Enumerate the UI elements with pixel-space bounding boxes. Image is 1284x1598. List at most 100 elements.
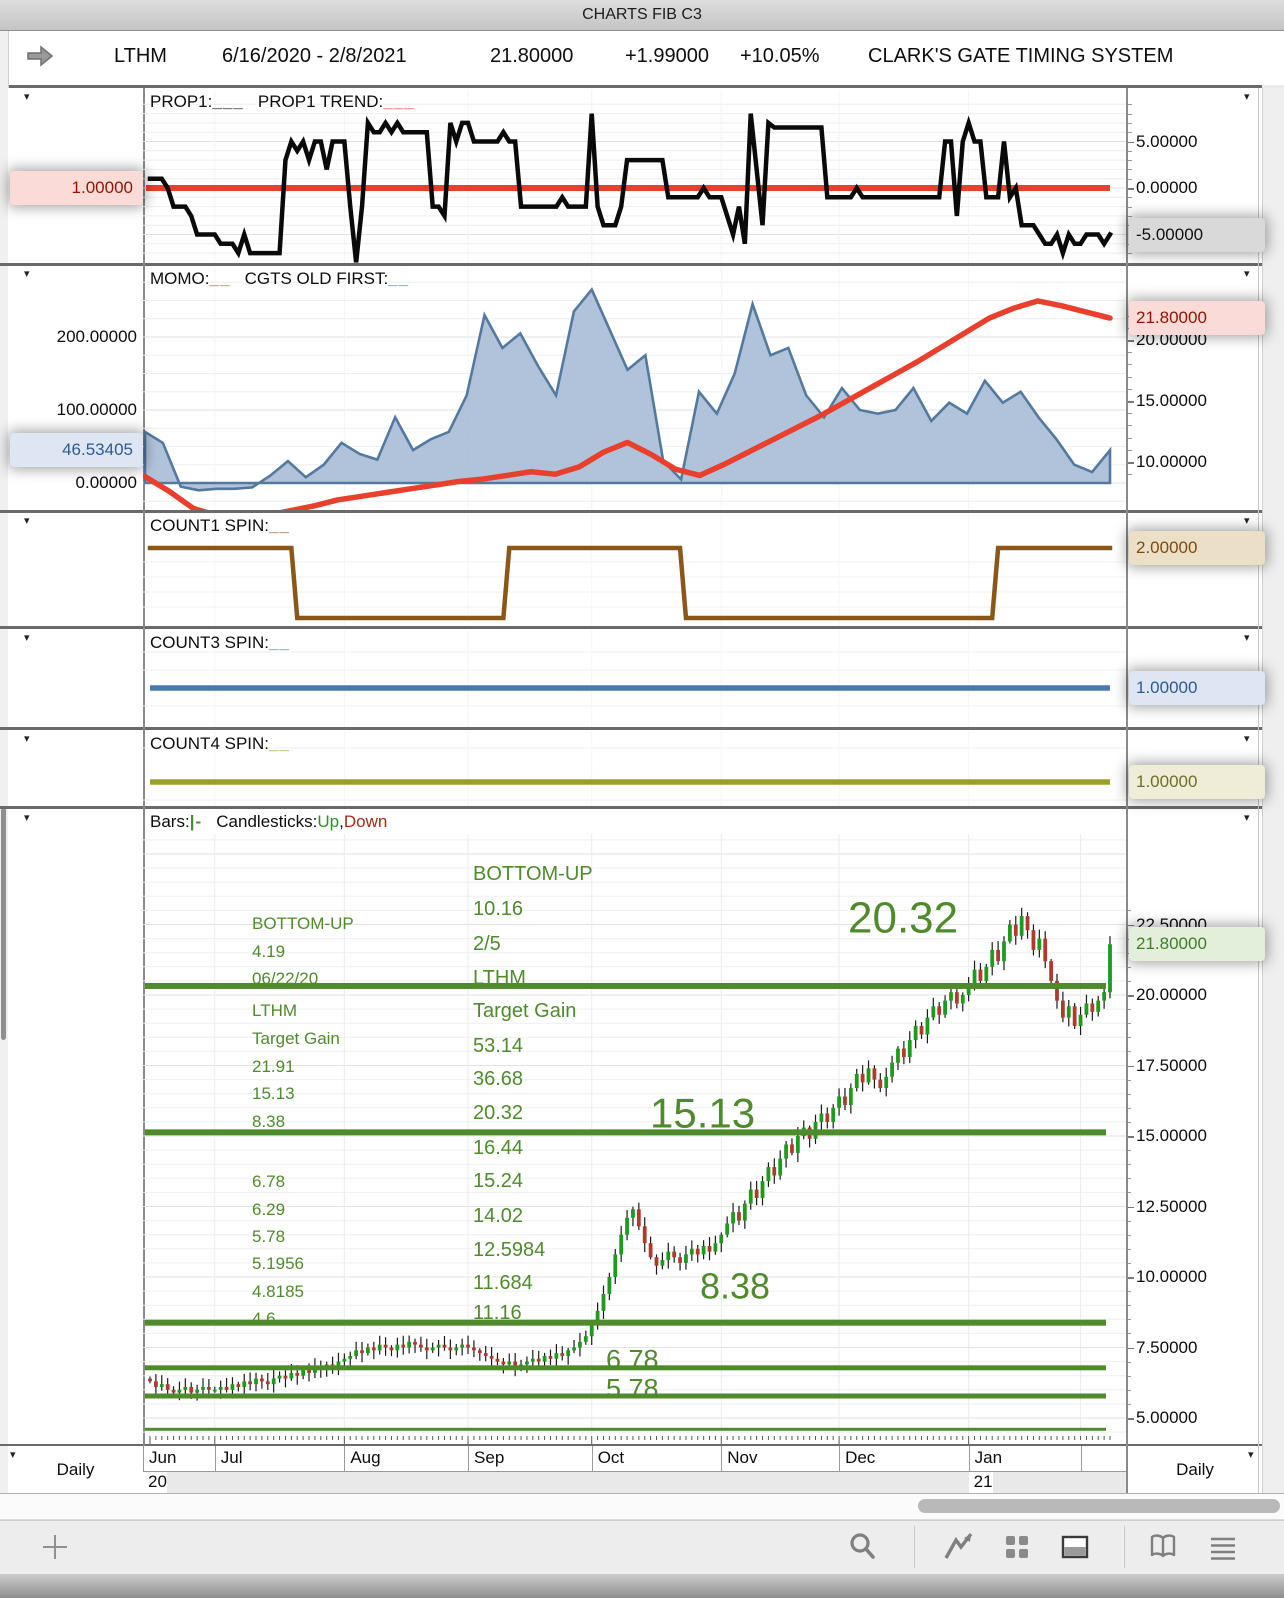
candle-body [601,1293,606,1311]
candle-body [1084,1003,1089,1015]
axis-minor-tick [1128,1037,1131,1039]
axis-minor-tick [1128,1319,1131,1321]
legend-prop1-mark[interactable]: ___ [212,92,243,111]
legend-cgts-mark[interactable]: __ [388,269,409,288]
half-filled-square-icon[interactable] [1058,1530,1092,1564]
legend-bars-mark[interactable]: |- [190,812,202,831]
candle-body [283,1375,288,1379]
annotation-text: 4.8185 [252,1282,304,1301]
axis-minor-tick [1128,1121,1131,1123]
panel-dropdown-icon[interactable]: ▾ [24,516,30,527]
panel-dropdown-icon[interactable]: ▾ [1244,813,1250,824]
axis-minor-tick [1128,1305,1131,1307]
candle-body [542,1355,547,1362]
candle-body [342,1358,347,1362]
panel-dropdown-icon[interactable]: ▾ [1244,516,1250,527]
legend-count3-mark[interactable]: __ [269,633,290,652]
toolbar-separator [914,1526,915,1568]
axis-tick-label: 7.50000 [1136,1337,1198,1357]
axis-minor-tick [1128,425,1132,427]
right-arrow-icon[interactable] [25,43,55,69]
panel-dropdown-icon[interactable]: ▾ [1244,734,1250,745]
panel-dropdown-icon[interactable]: ▾ [24,92,30,103]
candle-body [854,1073,859,1089]
candle-body [554,1353,559,1359]
candle-body [878,1079,883,1089]
panel-dropdown-icon[interactable]: ▾ [1244,92,1250,103]
candle-body [1007,924,1012,942]
axis-minor-tick [1128,206,1132,208]
legend-count1: COUNT1 SPIN:__ [150,516,290,536]
legend-count4-label: COUNT4 SPIN: [150,734,270,753]
candle-body [289,1372,294,1379]
month-label-cell: Jul [214,1446,345,1471]
panel-dropdown-icon[interactable]: ▾ [24,734,30,745]
axis-tick-label: 0.00000 [75,473,137,492]
axis-minor-tick [1128,449,1132,451]
panel-dropdown-icon[interactable]: ▾ [1244,269,1250,280]
candle-body [848,1088,853,1105]
panel-dropdown-icon[interactable]: ▾ [1244,633,1250,644]
legend-momo-label: MOMO: [150,269,210,288]
candle-body [389,1347,394,1351]
interval-right-dropdown-icon[interactable]: ▾ [1248,1450,1254,1461]
candle-body [348,1355,353,1359]
panel-dropdown-icon[interactable]: ▾ [24,269,30,280]
annotation-text: 20.32 [473,1102,523,1124]
horizontal-scrollbar-thumb[interactable] [918,1499,1280,1513]
p1-chart [143,90,1126,263]
interval-left-dropdown-icon[interactable]: ▾ [10,1450,16,1461]
plus-icon[interactable] [38,1530,72,1564]
annotation-text: Target Gain [473,1000,576,1022]
candle-body [1037,938,1042,950]
book-icon[interactable] [1146,1530,1180,1564]
legend-count4-mark[interactable]: __ [269,734,290,753]
interval-selector-left[interactable]: Daily [8,1446,143,1493]
legend-down-label: Down [343,812,388,831]
candle-body [566,1350,571,1356]
candle-body [1096,1000,1101,1012]
candle-body [931,1006,936,1018]
axis-minor-tick [1128,1375,1131,1377]
panel-dropdown-icon[interactable]: ▾ [24,633,30,644]
grid-squares-icon[interactable] [1000,1530,1034,1564]
candle-body [607,1277,612,1294]
candle-body [260,1378,264,1382]
legend-count1-mark[interactable]: __ [269,516,290,535]
panel-dropdown-icon[interactable]: ▾ [24,813,30,824]
candle-body [960,995,965,1004]
magnifier-icon[interactable] [846,1530,880,1564]
vertical-scrollbar-thumb[interactable] [1,808,6,1040]
candle-body [996,949,1000,962]
candle-body [477,1350,482,1354]
candle-body [583,1336,588,1342]
interval-selector-right[interactable]: Daily [1128,1446,1262,1493]
candle-body [371,1347,376,1351]
candle-body [195,1389,200,1393]
candle-body [896,1048,900,1063]
legend-momo-mark[interactable]: __ [210,269,231,288]
zigzag-line-icon[interactable] [942,1530,976,1564]
axis-tick-label: 17.50000 [1136,1055,1207,1075]
legend-prop1trend-label: PROP1 TREND: [257,92,384,111]
axis-minor-tick [1128,980,1131,982]
month-label-cell-empty [1080,1446,1126,1471]
candle-body [254,1378,258,1385]
legend-prop1trend-mark[interactable]: ___ [383,92,414,111]
candle-body [548,1355,553,1359]
axis-minor-tick [1128,1234,1131,1236]
cgts-current-value-pill: 46.53405 [10,433,143,468]
candle-body [860,1073,865,1083]
axis-minor-tick [1128,1051,1131,1053]
menu-lines-icon[interactable] [1206,1530,1240,1564]
price-current-value-pill: 21.80000 [1129,927,1265,962]
month-label-cell: Nov [721,1446,840,1471]
last-price: 21.80000 [490,45,574,67]
candle-body [366,1347,370,1354]
candle-body [754,1189,759,1199]
legend-candles-label: Candlesticks: [216,812,318,831]
candle-body [1025,916,1030,931]
candle-body [778,1158,783,1176]
candle-body [536,1358,541,1362]
window-title-bar[interactable]: CHARTS FIB C3 [0,0,1284,31]
